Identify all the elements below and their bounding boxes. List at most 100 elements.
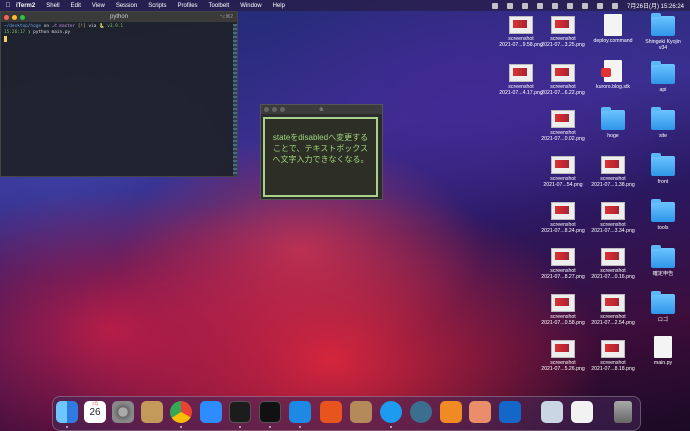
desktop-file-screenshot[interactable]: screenshot 2021-07...0.58.png xyxy=(540,294,586,326)
chrome-icon[interactable] xyxy=(170,401,192,423)
desktop-file-screenshot[interactable]: screenshot 2021-07...6.22.png xyxy=(540,64,586,96)
trash-icon[interactable] xyxy=(614,401,632,423)
icon-label: screenshot 2021-07...4.17.png xyxy=(499,84,543,97)
desktop-file-screenshot[interactable]: screenshot 2021-07...2.54.png xyxy=(590,294,636,326)
desktop-folder-logo[interactable]: ロゴ xyxy=(640,291,686,323)
finder-icon[interactable] xyxy=(56,401,78,423)
git-branch: master xyxy=(59,24,76,29)
python-version: v3.9.1 xyxy=(107,24,124,29)
menu-edit[interactable]: Edit xyxy=(71,3,81,9)
system-preferences-icon[interactable] xyxy=(112,401,134,423)
wifi-icon[interactable] xyxy=(581,2,588,9)
preview-icon[interactable] xyxy=(541,401,563,423)
screenshot-thumbnail xyxy=(551,64,575,82)
document-icon[interactable] xyxy=(571,401,593,423)
iterm-icon[interactable] xyxy=(259,401,281,423)
desktop-file-kuroro[interactable]: kuroro.blog.stk xyxy=(590,60,636,90)
desktop-folder-tools[interactable]: tools xyxy=(640,199,686,231)
desktop-file-screenshot[interactable]: screenshot 2021-07...0.02.png xyxy=(540,110,586,142)
apple-icon[interactable]:  xyxy=(0,2,16,9)
icon-label: site xyxy=(658,133,668,139)
menu-clock[interactable]: 7月26日(月) 15:26:24 xyxy=(627,1,684,10)
desktop-folder-shingeki[interactable]: Shingeki Kyojin v34 xyxy=(640,13,686,51)
terminal-output[interactable]: ~/desktop/hoge on ⎇ master [!] via 🐍 v3.… xyxy=(1,22,237,47)
terminal-cursor xyxy=(4,36,7,42)
zoom-icon[interactable] xyxy=(200,401,222,423)
icon-label: deploy.command xyxy=(593,38,633,44)
screenshot-thumbnail xyxy=(551,340,575,358)
desktop-file-screenshot[interactable]: screenshot 2021-07...1.38.png xyxy=(590,156,636,188)
menu-window[interactable]: Window xyxy=(240,3,261,9)
tray-app-icon[interactable] xyxy=(566,2,573,9)
python-icon: 🐍 xyxy=(99,24,105,29)
tk-titlebar[interactable]: tk xyxy=(261,105,382,114)
running-indicator xyxy=(269,426,271,428)
tray-app-icon[interactable] xyxy=(536,2,543,9)
icon-label: screenshot 2021-07...6.22.png xyxy=(541,84,585,97)
icon-label: screenshot 2021-07...2.54.png xyxy=(591,314,635,327)
desktop-folder-front[interactable]: front xyxy=(640,153,686,185)
calendar-icon[interactable]: 7月 26 xyxy=(84,401,106,423)
terminal-icon[interactable] xyxy=(229,401,251,423)
screenshot-thumbnail xyxy=(601,156,625,174)
icon-label: screenshot 2021-07...8.24.png xyxy=(541,222,585,235)
contacts-icon[interactable] xyxy=(141,401,163,423)
menu-toolbelt[interactable]: Toolbelt xyxy=(209,3,230,9)
tk-window[interactable]: tk stateをdisabledへ変更することで、テキストボックスへ文字入力で… xyxy=(260,104,383,200)
running-indicator xyxy=(180,426,182,428)
desktop-file-main-py[interactable]: main.py xyxy=(640,336,686,366)
menu-shell[interactable]: Shell xyxy=(46,3,59,9)
infinity-icon[interactable] xyxy=(499,401,521,423)
desktop-file-deploy[interactable]: deploy.command xyxy=(590,14,636,44)
desktop-folder-hoge[interactable]: hoge xyxy=(590,107,636,139)
calendar-day: 26 xyxy=(89,407,101,418)
terminal-scrollbar[interactable] xyxy=(233,24,237,176)
desktop-folder-tax[interactable]: 確定申告 xyxy=(640,245,686,277)
menu-app-name[interactable]: iTerm2 xyxy=(16,3,35,9)
figma-icon[interactable] xyxy=(469,401,491,423)
menu-profiles[interactable]: Profiles xyxy=(178,3,198,9)
desktop-file-screenshot[interactable]: screenshot 2021-07...4.17.png xyxy=(498,64,544,96)
terminal-titlebar[interactable]: python ⌥⌘2 xyxy=(1,12,237,22)
desktop-file-screenshot[interactable]: screenshot 2021-07...3.34.png xyxy=(590,202,636,234)
desktop-file-screenshot[interactable]: screenshot 2021-07...0.16.png xyxy=(590,248,636,280)
folder-icon xyxy=(651,61,675,84)
package-icon[interactable] xyxy=(350,401,372,423)
desktop-file-screenshot[interactable]: screenshot 2021-07...54.png xyxy=(540,156,586,188)
desktop-file-screenshot[interactable]: screenshot 2021-07...5.26.png xyxy=(540,340,586,372)
desktop-folder-site[interactable]: site xyxy=(640,107,686,139)
desktop-folder-api[interactable]: api xyxy=(640,61,686,93)
menu-help[interactable]: Help xyxy=(273,3,285,9)
quicktime-icon[interactable] xyxy=(410,401,432,423)
desktop-file-screenshot[interactable]: screenshot 2021-07...8.24.png xyxy=(540,202,586,234)
tray-app-icon[interactable] xyxy=(506,2,513,9)
menu-view[interactable]: View xyxy=(92,3,105,9)
sourcetree-icon[interactable] xyxy=(440,401,462,423)
menu-session[interactable]: Session xyxy=(116,3,137,9)
search-icon[interactable] xyxy=(596,2,603,9)
screenshot-thumbnail xyxy=(551,202,575,220)
icon-label: screenshot 2021-07...0.58.png xyxy=(541,314,585,327)
menu-scripts[interactable]: Scripts xyxy=(148,3,166,9)
activity-icon[interactable] xyxy=(320,401,342,423)
vscode-icon[interactable] xyxy=(289,401,311,423)
control-center-icon[interactable] xyxy=(611,2,618,9)
icon-label: screenshot 2021-07...0.16.png xyxy=(591,268,635,281)
prompt-on: on xyxy=(43,24,49,29)
tray-app-icon[interactable] xyxy=(491,2,498,9)
icon-label: screenshot 2021-07...3.34.png xyxy=(591,222,635,235)
docker-icon[interactable] xyxy=(380,401,402,423)
command-text: python main.py xyxy=(33,30,71,35)
tray-app-icon[interactable] xyxy=(521,2,528,9)
screenshot-thumbnail xyxy=(551,16,575,34)
tray-app-icon[interactable] xyxy=(551,2,558,9)
desktop-file-screenshot[interactable]: screenshot 2021-07...8.27.png xyxy=(540,248,586,280)
screenshot-thumbnail xyxy=(551,294,575,312)
desktop-file-screenshot[interactable]: screenshot 2021-07...9.58.png xyxy=(498,16,544,48)
desktop-file-screenshot[interactable]: screenshot 2021-07...8.18.png xyxy=(590,340,636,372)
running-indicator xyxy=(299,426,301,428)
terminal-window[interactable]: python ⌥⌘2 ~/desktop/hoge on ⎇ master [!… xyxy=(0,11,238,177)
document-icon xyxy=(601,60,622,82)
desktop-file-screenshot[interactable]: screenshot 2021-07...3.25.png xyxy=(540,16,586,48)
icon-label: kuroro.blog.stk xyxy=(595,84,631,90)
